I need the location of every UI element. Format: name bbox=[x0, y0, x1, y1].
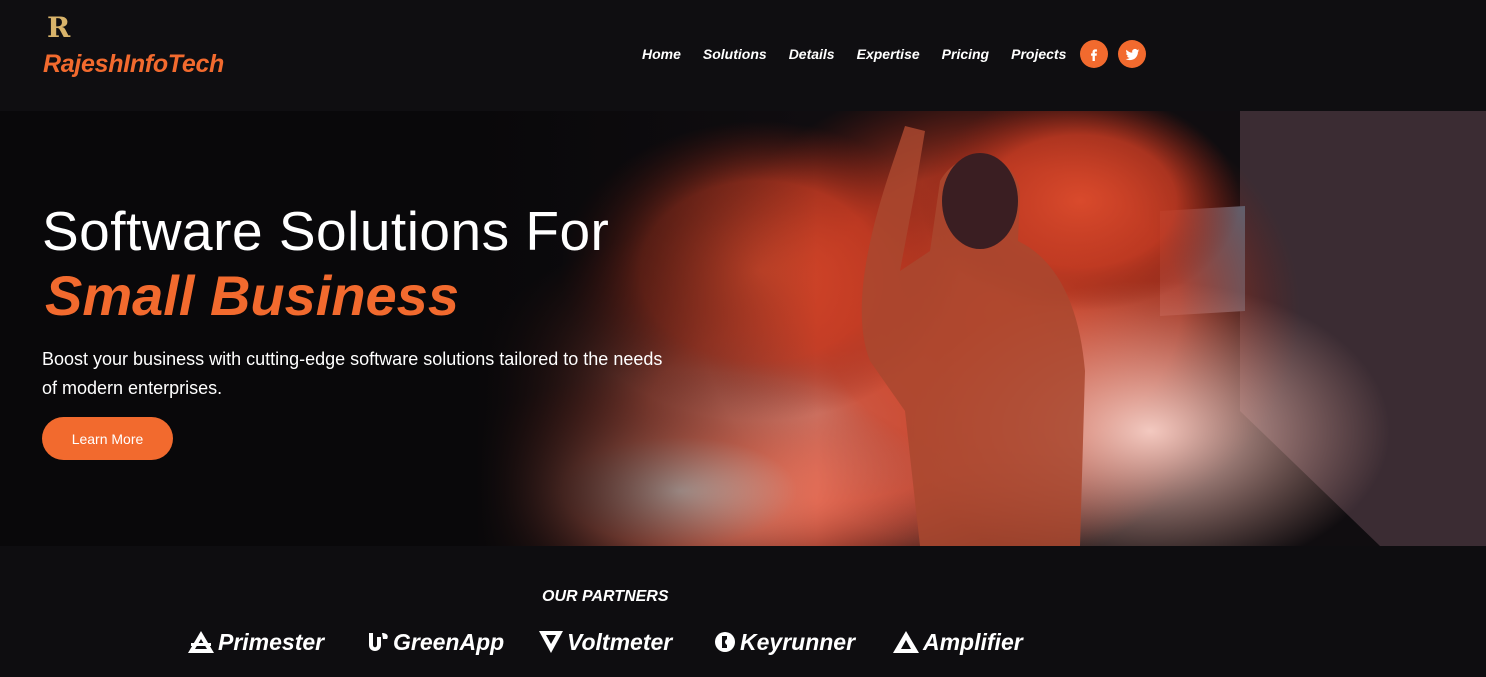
brand-logo-mark[interactable]: R bbox=[47, 14, 70, 42]
partner-amplifier[interactable]: Amplifier bbox=[893, 628, 1023, 656]
nav-item-pricing[interactable]: Pricing bbox=[942, 46, 989, 62]
brand-name[interactable]: RajeshInfoTech bbox=[43, 50, 224, 79]
hero-description: Boost your business with cutting-edge so… bbox=[42, 349, 663, 398]
partners-heading: OUR PARTNERS bbox=[542, 588, 669, 605]
partners-section: OUR PARTNERS Primester GreenApp Voltmete… bbox=[0, 546, 1486, 677]
twitter-link[interactable] bbox=[1118, 40, 1147, 68]
amplifier-logo-icon bbox=[893, 631, 919, 653]
main-nav: Home Solutions Details Expertise Pricing… bbox=[642, 40, 1156, 68]
learn-more-button[interactable]: Learn More bbox=[42, 417, 173, 460]
primester-logo-icon bbox=[188, 631, 214, 653]
facebook-link[interactable] bbox=[1080, 40, 1109, 68]
hero-title: Software Solutions For bbox=[42, 200, 610, 262]
hero-smoke-image bbox=[0, 111, 1486, 546]
nav-item-expertise[interactable]: Expertise bbox=[857, 46, 920, 62]
keyrunner-logo-icon bbox=[715, 632, 735, 652]
nav-item-home[interactable]: Home bbox=[642, 46, 681, 62]
partner-name: Voltmeter bbox=[567, 628, 673, 655]
voltmeter-logo-icon bbox=[539, 631, 563, 653]
nav-item-projects[interactable]: Projects bbox=[1011, 46, 1066, 62]
partner-keyrunner[interactable]: Keyrunner bbox=[714, 628, 855, 656]
partner-primester[interactable]: Primester bbox=[188, 628, 324, 656]
nav-item-details[interactable]: Details bbox=[789, 46, 835, 62]
partner-name: Keyrunner bbox=[740, 628, 856, 655]
partner-name: Amplifier bbox=[923, 628, 1023, 655]
twitter-icon bbox=[1125, 48, 1140, 60]
nav-item-solutions[interactable]: Solutions bbox=[703, 46, 767, 62]
partner-name: Primester bbox=[218, 628, 325, 655]
site-header: R RajeshInfoTech Home Solutions Details … bbox=[0, 0, 1486, 111]
facebook-icon bbox=[1091, 49, 1098, 61]
partner-name: GreenApp bbox=[393, 628, 505, 655]
partner-voltmeter[interactable]: Voltmeter bbox=[539, 628, 672, 656]
hero-accent-title: Small Business bbox=[45, 264, 459, 327]
partner-greenapp[interactable]: GreenApp bbox=[367, 628, 504, 656]
hero-section: Software Solutions For Small Business Bo… bbox=[0, 111, 1486, 546]
greenapp-logo-icon bbox=[369, 633, 388, 651]
